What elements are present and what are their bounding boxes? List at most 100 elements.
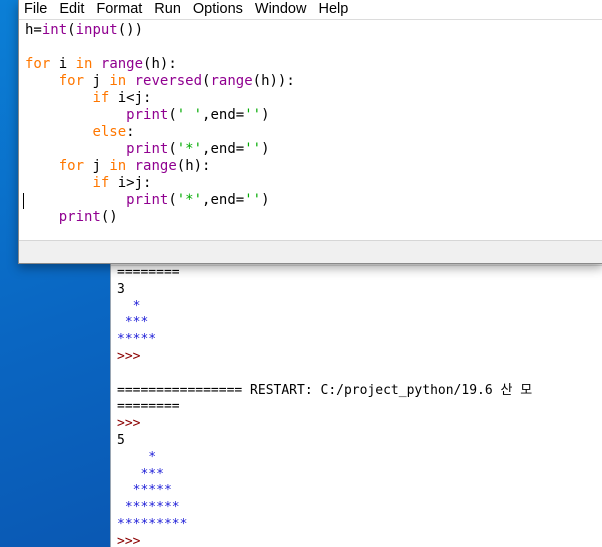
shell-output-line: ********* [117,516,188,532]
shell-output-line: * [117,449,157,465]
code-line[interactable]: print(' ',end='') [25,107,295,124]
code-token: ( [168,192,177,208]
shell-output-line: ******* [117,500,180,516]
code-line[interactable]: if i<j: [25,90,295,107]
code-token: '' [244,107,262,123]
code-token: input [75,22,118,38]
code-line[interactable]: print('*',end='') [25,192,295,209]
code-token: for [58,158,85,174]
shell-output-line: 5 [117,432,125,448]
code-editor[interactable]: h=int(input()) for i in range(h): for j i… [25,22,295,226]
code-token: reversed [134,73,203,89]
shell-output-line: >>> [117,348,141,364]
code-token: i<j: [109,90,152,106]
code-token: h= [25,22,42,38]
menu-bar: File Edit Format Run Options Window Help [19,0,602,20]
code-token: in [109,73,127,89]
code-token: print [126,107,169,123]
menu-help[interactable]: Help [313,0,355,19]
code-token: range [100,56,144,72]
code-token: ) [261,192,270,208]
code-token: : [126,124,135,140]
shell-output-line: ================ RESTART: C:/project_pyt… [117,382,533,398]
shell-output-line: *** [117,315,149,331]
code-token: print [126,141,169,157]
code-token: ,end= [202,107,245,123]
code-token: '*' [176,141,203,157]
shell-output-line: ======== [117,399,180,415]
code-token: int [41,22,68,38]
code-token: (h): [143,56,177,72]
menu-options[interactable]: Options [188,0,250,19]
code-token: print [126,192,169,208]
status-bar [19,240,602,263]
code-token: else [92,124,127,140]
code-token: ,end= [202,192,245,208]
code-token: ( [168,107,177,123]
menu-edit[interactable]: Edit [54,0,91,19]
code-token: ,end= [202,141,245,157]
code-token: j [84,158,110,174]
code-line[interactable] [25,39,295,56]
code-token: (h): [176,158,211,174]
code-token: range [134,158,177,174]
code-token: ( [168,141,177,157]
shell-output-line [117,366,532,383]
shell-output-line: ======== [117,265,180,280]
editor-window[interactable]: File Edit Format Run Options Window Help h=int… [18,0,602,264]
code-token: (h)): [252,73,295,89]
code-token: '' [244,141,262,157]
code-token: ( [67,22,76,38]
menu-file[interactable]: File [19,0,54,19]
code-token: ' ' [176,107,203,123]
code-line[interactable]: for j in range(h): [25,158,295,175]
code-line[interactable]: if i>j: [25,175,295,192]
code-token: ) [261,141,270,157]
code-token: if [92,90,110,106]
menu-format[interactable]: Format [91,0,149,19]
code-token: () [100,209,118,225]
code-line[interactable]: print('*',end='') [25,141,295,158]
code-token: ()) [117,22,144,38]
code-token: ) [261,107,270,123]
shell-output-line: * [117,298,141,314]
shell-output-line: >>> [117,416,141,432]
text-cursor [23,193,24,209]
code-line[interactable]: else: [25,124,295,141]
code-token: i>j: [109,175,152,191]
code-token: print [58,209,101,225]
code-token: in [109,158,127,174]
code-token: if [92,175,110,191]
shell-output-line: *** [117,466,164,482]
shell-output-line: >>> [117,533,141,547]
code-token: for [25,56,51,72]
code-token: '*' [176,192,203,208]
menu-window[interactable]: Window [250,0,314,19]
menu-run[interactable]: Run [149,0,188,19]
code-line[interactable]: h=int(input()) [25,22,295,39]
shell-output[interactable]: ======== 3 * *** ***** >>> ================ … [117,265,532,547]
shell-output-line: ***** [117,483,172,499]
code-token: i [50,56,76,72]
code-token: j [84,73,110,89]
code-line[interactable]: print() [25,209,295,226]
code-line[interactable]: for j in reversed(range(h)): [25,73,295,90]
shell-output-line: 3 [117,281,125,297]
code-token: for [58,73,85,89]
code-line[interactable]: for i in range(h): [25,56,295,73]
python-shell-window[interactable]: ======== 3 * *** ***** >>> ================ … [110,255,602,547]
code-token: '' [244,192,262,208]
code-token: range [210,73,253,89]
shell-output-line: ***** [117,332,157,348]
